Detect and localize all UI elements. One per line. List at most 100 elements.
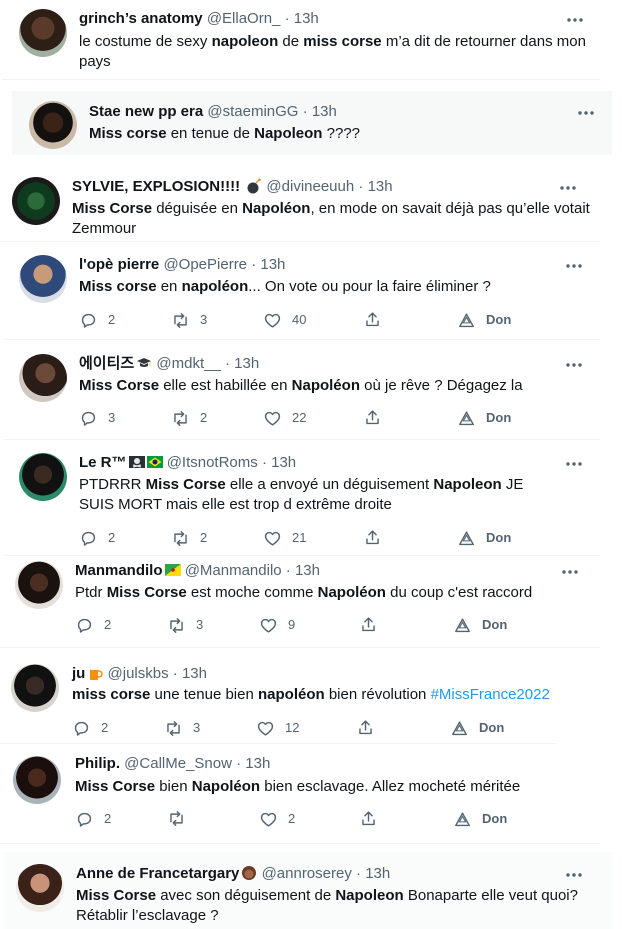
more-options-icon[interactable] — [576, 103, 596, 123]
reply-button[interactable]: 2 — [75, 615, 111, 635]
timestamp[interactable]: 13h — [245, 755, 270, 772]
handle[interactable]: @mdkt__ — [156, 355, 220, 372]
display-name[interactable]: SYLVIE, EXPLOSION!!!! — [72, 178, 244, 195]
avatar[interactable] — [16, 864, 64, 912]
tweet-5[interactable]: Le R™ @ItsnotRoms · 13h PTDRRR Miss Cors… — [4, 444, 600, 556]
keyword-highlight: Miss Corse — [106, 584, 187, 601]
tweet-0[interactable]: grinch’s anatomy @EllaOrn_ · 13h le cost… — [2, 0, 600, 80]
beer-icon — [90, 667, 104, 680]
retweet-button[interactable]: 2 — [171, 528, 207, 548]
tweet-text: Miss Corse déguisée en Napoléon, en mode… — [72, 199, 592, 239]
handle[interactable]: @divineeuuh — [266, 178, 354, 195]
reply-button[interactable]: 2 — [79, 528, 115, 548]
tweet-4[interactable]: 에이티즈 @mdkt__ · 13h Miss Corse elle est h… — [4, 344, 600, 440]
display-name[interactable]: 에이티즈 — [79, 355, 134, 372]
promote-button[interactable]: Don — [457, 408, 511, 428]
woman-icon — [242, 866, 257, 880]
keyword-highlight: Napoléon — [291, 377, 360, 394]
retweet-button[interactable]: 3 — [167, 615, 203, 635]
share-button[interactable] — [363, 528, 382, 547]
reply-button[interactable]: 3 — [79, 408, 115, 428]
separator-dot: · — [261, 454, 267, 471]
timestamp[interactable]: 13h — [368, 178, 393, 195]
more-options-icon[interactable] — [564, 865, 584, 885]
like-button[interactable]: 12 — [256, 718, 299, 738]
handle[interactable]: @Manmandilo — [185, 562, 282, 579]
timestamp[interactable]: 13h — [312, 103, 337, 120]
text-segment: elle est habillée en — [159, 377, 292, 394]
hashtag-link[interactable]: #MissFrance2022 — [431, 686, 550, 703]
text-segment: ... On vote ou pour la faire éliminer ? — [248, 278, 491, 295]
reply-button[interactable]: 2 — [79, 310, 115, 330]
handle[interactable]: @julskbs — [108, 665, 169, 682]
handle[interactable]: @staeminGG — [207, 103, 298, 120]
tweet-3[interactable]: l'opè pierre @OpePierre · 13h Miss corse… — [4, 246, 600, 340]
reply-button[interactable]: 2 — [72, 718, 108, 738]
promote-button[interactable]: Don — [453, 615, 507, 635]
reply-button[interactable]: 2 — [75, 809, 111, 829]
tweet-7[interactable]: ju @julskbs · 13h miss corse une tenue b… — [0, 654, 556, 744]
more-options-icon[interactable] — [558, 178, 578, 198]
display-name[interactable]: ju — [72, 665, 85, 682]
display-name[interactable]: grinch’s anatomy — [79, 10, 203, 27]
display-name[interactable]: Stae new pp era — [89, 103, 203, 120]
handle[interactable]: @ItsnotRoms — [167, 454, 258, 471]
retweet-button[interactable] — [167, 809, 186, 828]
like-button[interactable]: 40 — [263, 310, 306, 330]
share-button[interactable] — [363, 310, 382, 329]
like-button[interactable]: 2 — [259, 809, 295, 829]
promote-button[interactable]: Don — [453, 809, 507, 829]
more-options-icon[interactable] — [564, 355, 584, 375]
avatar[interactable] — [13, 756, 61, 804]
share-button[interactable] — [359, 809, 378, 828]
timestamp[interactable]: 13h — [271, 454, 296, 471]
tweet-6[interactable]: Manmandilo @Manmandilo · 13h Ptdr Miss C… — [0, 556, 600, 648]
avatar[interactable] — [19, 354, 67, 402]
keyword-highlight: napoléon — [257, 686, 325, 703]
promote-button[interactable]: Don — [457, 528, 511, 548]
more-options-icon[interactable] — [564, 454, 584, 474]
display-name[interactable]: Le R™ — [79, 454, 127, 471]
promote-button[interactable]: Don — [450, 718, 504, 738]
like-button[interactable]: 21 — [263, 528, 306, 548]
tweet-1[interactable]: Stae new pp era @staeminGG · 13h Miss co… — [12, 91, 612, 155]
tweet-8[interactable]: Philip. @CallMe_Snow · 13h Miss Corse bi… — [0, 746, 600, 844]
avatar[interactable] — [12, 177, 60, 225]
tweet-9[interactable]: Anne de Francetargary @annroserey · 13h … — [4, 852, 612, 929]
timestamp[interactable]: 13h — [295, 562, 320, 579]
timestamp[interactable]: 13h — [365, 865, 390, 882]
share-button[interactable] — [363, 408, 382, 427]
more-options-icon[interactable] — [565, 10, 585, 30]
handle[interactable]: @annroserey — [262, 865, 352, 882]
promote-button[interactable]: Don — [457, 310, 511, 330]
like-button[interactable]: 22 — [263, 408, 306, 428]
display-name[interactable]: Anne de Francetargary — [76, 865, 239, 882]
avatar[interactable] — [11, 664, 59, 712]
avatar[interactable] — [29, 101, 77, 149]
avatar[interactable] — [19, 255, 67, 303]
handle[interactable]: @OpePierre — [163, 256, 247, 273]
share-button[interactable] — [359, 615, 378, 634]
handle[interactable]: @EllaOrn_ — [207, 10, 281, 27]
handle[interactable]: @CallMe_Snow — [124, 755, 232, 772]
avatar[interactable] — [19, 453, 67, 501]
timestamp[interactable]: 13h — [234, 355, 259, 372]
timestamp[interactable]: 13h — [260, 256, 285, 273]
timestamp[interactable]: 13h — [182, 665, 207, 682]
like-button[interactable]: 9 — [259, 615, 295, 635]
retweet-button[interactable]: 3 — [171, 310, 207, 330]
retweet-button[interactable]: 2 — [171, 408, 207, 428]
more-options-icon[interactable] — [564, 256, 584, 276]
display-name[interactable]: Philip. — [75, 755, 120, 772]
retweet-button[interactable]: 3 — [164, 718, 200, 738]
display-name[interactable]: l'opè pierre — [79, 256, 159, 273]
display-name[interactable]: Manmandilo — [75, 562, 163, 579]
avatar[interactable] — [19, 9, 67, 57]
timestamp[interactable]: 13h — [294, 10, 319, 27]
tweet-2[interactable]: SYLVIE, EXPLOSION!!!! @divineeuuh · 13h … — [0, 170, 600, 242]
avatar[interactable] — [15, 561, 63, 609]
more-options-icon[interactable] — [560, 562, 580, 582]
share-button[interactable] — [356, 718, 375, 737]
like-count: 40 — [292, 312, 307, 327]
keyword-highlight: Napoléon — [242, 200, 311, 217]
